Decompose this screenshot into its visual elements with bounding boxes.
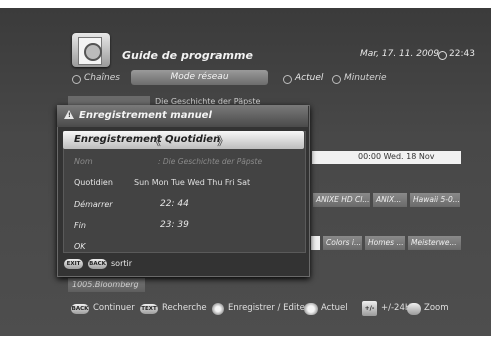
arrow-right-icon[interactable]: 》 (217, 132, 229, 149)
tv-screen: Guide de programme Mar, 17. 11. 2009 22:… (0, 0, 491, 344)
current-key-icon[interactable] (304, 303, 318, 315)
program-cell[interactable]: Homes ... (365, 236, 405, 250)
program-cell[interactable]: Hawaii 5-0... (410, 193, 460, 207)
program-guide-icon (72, 33, 110, 67)
name-value: : Die Geschichte der Päpste (158, 157, 263, 166)
current-hint: Actuel (321, 303, 348, 313)
plus-minus-key-icon[interactable]: +/- (362, 301, 377, 316)
frame-bottom (0, 336, 491, 344)
text-key-icon[interactable]: TEXT (140, 304, 158, 314)
exit-hint-label: sortir (111, 259, 132, 268)
program-cell[interactable]: Colors i... (323, 236, 362, 250)
page-title: Guide de programme (122, 49, 253, 62)
radio-actuel-icon[interactable] (283, 75, 292, 84)
program-cell-selected[interactable] (311, 236, 320, 250)
daily-label: Quotidien (74, 178, 113, 187)
tab-actuel[interactable]: Actuel (295, 73, 323, 83)
record-key-icon[interactable] (212, 303, 224, 315)
zoom-key-icon[interactable] (407, 303, 421, 315)
back-button[interactable]: BACK (88, 259, 107, 269)
dialog-body (63, 131, 306, 253)
tab-minuterie[interactable]: Minuterie (344, 73, 386, 83)
start-time-field[interactable]: 22: 44 (160, 199, 189, 209)
exit-button[interactable]: EXIT (64, 259, 83, 269)
program-cell[interactable]: Meisterwe... (408, 236, 461, 250)
ok-button[interactable]: OK (74, 242, 86, 251)
arrow-left-icon[interactable]: 《 (149, 132, 161, 149)
end-time-field[interactable]: 23: 39 (160, 220, 189, 230)
name-label: Nom (74, 157, 93, 166)
program-cell[interactable]: ANIX... (373, 193, 407, 207)
back-key-icon[interactable]: BACK (71, 304, 89, 314)
tab-mode-reseau[interactable]: Mode réseau (131, 70, 268, 85)
end-label: Fin (74, 221, 86, 230)
tab-chaines[interactable]: Chaînes (84, 73, 120, 83)
zoom-hint: Zoom (424, 303, 449, 313)
program-cell[interactable]: ANIXE HD Cl... (313, 193, 370, 207)
dialog-title: Enregistrement manuel (79, 110, 212, 121)
frame-top (0, 0, 491, 8)
clock-icon (438, 51, 447, 60)
timeline-label: 00:00 Wed. 18 Nov (358, 152, 435, 161)
radio-minuterie-icon[interactable] (332, 75, 341, 84)
record-edit-hint: Enregistrer / Editer (228, 303, 309, 313)
header-date: Mar, 17. 11. 2009 (360, 49, 440, 59)
channel-name: 1005.Bloomberg (72, 280, 139, 289)
continue-hint: Continuer (93, 303, 135, 313)
radio-chaines-icon[interactable] (72, 75, 81, 84)
warning-mark: ! (68, 112, 71, 119)
weekday-selector[interactable]: Sun Mon Tue Wed Thu Fri Sat (134, 178, 250, 187)
header-time: 22:43 (449, 49, 475, 59)
selector-value[interactable]: Quotidien (165, 134, 220, 145)
start-label: Démarrer (74, 200, 113, 209)
search-hint: Recherche (162, 303, 207, 313)
